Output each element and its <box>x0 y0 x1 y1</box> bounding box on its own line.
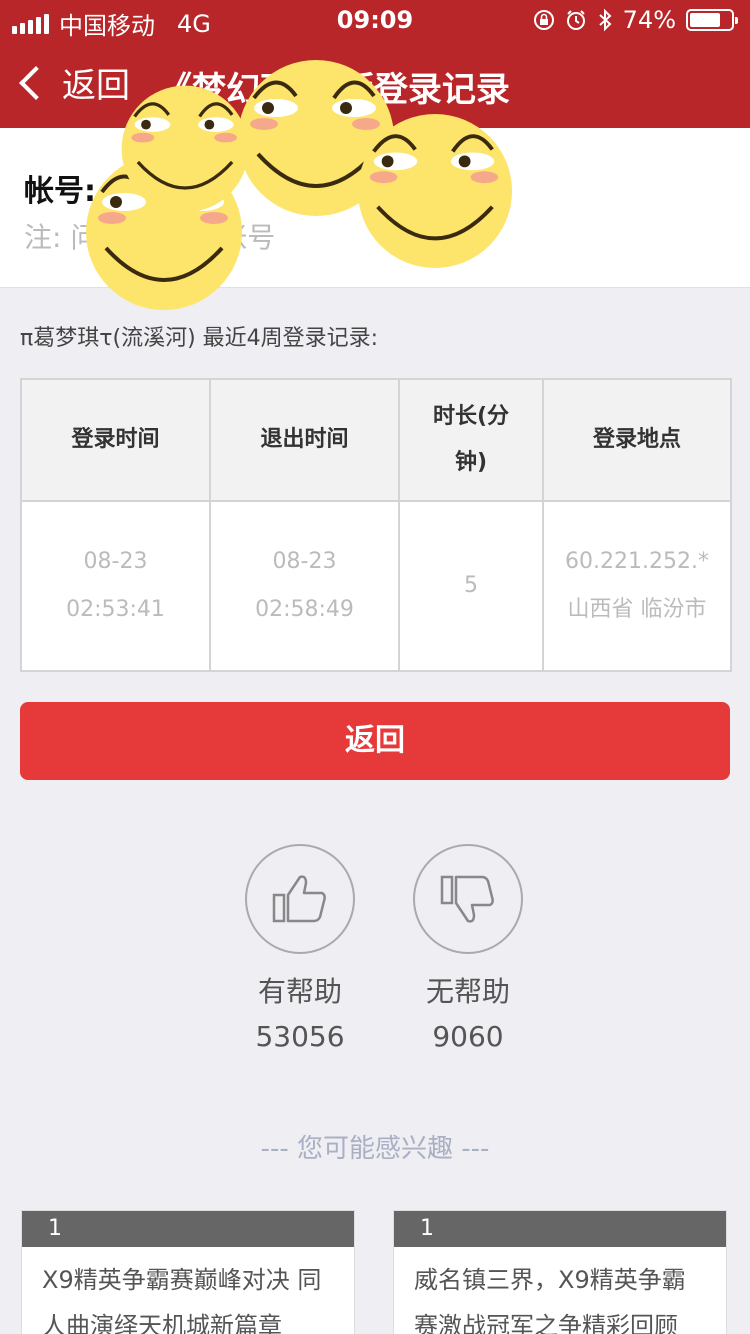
back-label: 返回 <box>62 66 130 106</box>
helpful-feedback: 有帮助 53056 <box>245 844 355 1053</box>
location-cell: 60.221.252.* 山西省 临汾市 <box>542 500 732 672</box>
unhelpful-count: 9060 <box>432 1020 504 1053</box>
helpful-label: 有帮助 <box>257 975 342 1008</box>
nav-bar: 返回 《梦幻西 脑版登录记录 <box>0 44 750 128</box>
thumbs-up-icon <box>272 875 326 923</box>
chevron-left-icon <box>19 65 53 100</box>
login-date: 08-23 <box>83 549 148 574</box>
logout-time-cell: 08-23 02:58:49 <box>209 500 400 672</box>
thumbs-down-icon <box>440 875 494 923</box>
page-title: 《梦幻西 脑版登录记录 <box>158 70 510 110</box>
bluetooth-icon <box>598 8 612 32</box>
recommendation-card[interactable]: 1 威名镇三界，X9精英争霸赛激战冠军之争精彩回顾 <box>393 1210 727 1334</box>
column-header-logout-time: 退出时间 <box>209 378 400 502</box>
account-note: 注: 问帐号是您 帐号 <box>24 221 276 254</box>
logout-time: 02:58:49 <box>255 597 354 622</box>
login-records-table: 登录时间 退出时间 时长(分钟) 登录地点 08-23 02:53:41 08-… <box>20 378 732 672</box>
card-rank-badge: 1 <box>394 1211 726 1247</box>
login-time-cell: 08-23 02:53:41 <box>20 500 211 672</box>
logout-date: 08-23 <box>272 549 337 574</box>
alarm-icon <box>566 10 585 30</box>
column-header-login-time: 登录时间 <box>20 378 211 502</box>
recommendation-card[interactable]: 1 X9精英争霸赛巅峰对决 同人曲演绎天机城新篇章 <box>21 1210 355 1334</box>
battery-percent: 74% <box>622 6 676 34</box>
column-header-location: 登录地点 <box>542 378 732 502</box>
card-title: 威名镇三界，X9精英争霸赛激战冠军之争精彩回顾 <box>414 1266 686 1334</box>
records-intro: π葛梦琪τ(流溪河) 最近4周登录记录: <box>20 326 379 351</box>
card-rank-badge: 1 <box>22 1211 354 1247</box>
duration-cell: 5 <box>398 500 544 672</box>
location-region: 山西省 临汾市 <box>567 597 707 622</box>
helpful-count: 53056 <box>255 1020 345 1053</box>
battery-icon <box>686 9 738 31</box>
interest-section-title: --- 您可能感兴趣 --- <box>260 1134 490 1164</box>
back-button[interactable]: 返回 <box>16 58 130 107</box>
status-bar: 中国移动 4G 09:09 74% <box>0 0 750 40</box>
orientation-lock-icon <box>533 10 554 30</box>
table-row: 08-23 02:53:41 08-23 02:58:49 5 60.221.2… <box>20 500 732 672</box>
account-label: 帐号: <box>24 174 96 209</box>
unhelpful-button[interactable] <box>413 844 523 954</box>
location-ip: 60.221.252.* <box>565 549 709 574</box>
account-panel: 帐号: 注: 问帐号是您 帐号 <box>0 128 750 288</box>
return-button[interactable]: 返回 <box>20 702 730 780</box>
app-header: 中国移动 4G 09:09 74% 返回 《梦幻西 脑版登录记录 <box>0 0 750 128</box>
helpful-button[interactable] <box>245 844 355 954</box>
unhelpful-label: 无帮助 <box>425 975 510 1008</box>
login-time: 02:53:41 <box>66 597 165 622</box>
card-title: X9精英争霸赛巅峰对决 同人曲演绎天机城新篇章 <box>42 1266 322 1334</box>
table-header-row: 登录时间 退出时间 时长(分钟) 登录地点 <box>20 378 732 502</box>
unhelpful-feedback: 无帮助 9060 <box>413 844 523 1053</box>
column-header-duration: 时长(分钟) <box>398 378 544 502</box>
